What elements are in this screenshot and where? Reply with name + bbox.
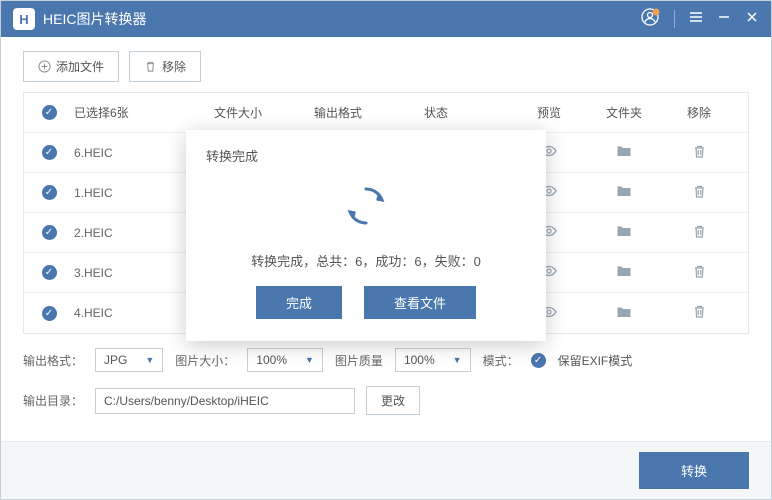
- trash-icon: [144, 60, 157, 73]
- folder-icon[interactable]: [584, 263, 664, 279]
- mode-value: 保留EXIF模式: [558, 352, 633, 369]
- header-remove: 移除: [664, 104, 734, 121]
- change-button[interactable]: 更改: [366, 386, 420, 415]
- refresh-icon: [206, 179, 526, 233]
- app-logo: H: [13, 8, 35, 30]
- output-path-input[interactable]: [95, 388, 355, 414]
- format-label: 输出格式：: [23, 352, 83, 369]
- output-label: 输出目录：: [23, 392, 83, 409]
- row-check[interactable]: [24, 265, 74, 280]
- add-file-label: 添加文件: [56, 58, 104, 75]
- row-check[interactable]: [24, 145, 74, 160]
- trash-icon[interactable]: [664, 224, 734, 239]
- toolbar: 添加文件 移除: [1, 37, 771, 92]
- size-select[interactable]: 100% ▼: [247, 348, 323, 372]
- header-selected: 已选择6张: [74, 104, 214, 121]
- folder-icon[interactable]: [584, 183, 664, 199]
- header-status: 状态: [424, 104, 514, 121]
- caret-icon: ▼: [453, 355, 462, 365]
- table-header: 已选择6张 文件大小 输出格式 状态 预览 文件夹 移除: [24, 93, 748, 133]
- caret-icon: ▼: [305, 355, 314, 365]
- remove-button[interactable]: 移除: [129, 51, 201, 82]
- divider: [674, 10, 675, 28]
- trash-icon[interactable]: [664, 304, 734, 319]
- folder-icon[interactable]: [584, 143, 664, 159]
- plus-icon: [38, 60, 51, 73]
- header-folder: 文件夹: [584, 104, 664, 121]
- header-preview: 预览: [514, 104, 584, 121]
- done-button[interactable]: 完成: [256, 286, 342, 319]
- settings-panel: 输出格式： JPG ▼ 图片大小： 100% ▼ 图片质量 100% ▼ 模式： 保留…: [1, 334, 771, 441]
- completion-modal: 转换完成 转换完成，总共：6，成功：6，失败：0 完成 查看文件: [186, 130, 546, 341]
- content-area: 已选择6张 文件大小 输出格式 状态 预览 文件夹 移除 6.HEIC1.HEI…: [1, 92, 771, 334]
- quality-value: 100%: [404, 353, 435, 367]
- format-value: JPG: [104, 353, 127, 367]
- settings-row-2: 输出目录： 更改: [23, 386, 749, 415]
- caret-icon: ▼: [145, 355, 154, 365]
- row-check[interactable]: [24, 185, 74, 200]
- quality-select[interactable]: 100% ▼: [395, 348, 471, 372]
- settings-row-1: 输出格式： JPG ▼ 图片大小： 100% ▼ 图片质量 100% ▼ 模式： 保留…: [23, 348, 749, 372]
- minimize-icon[interactable]: [717, 10, 731, 29]
- modal-message: 转换完成，总共：6，成功：6，失败：0: [206, 251, 526, 270]
- footer: 转换: [1, 441, 771, 499]
- convert-button[interactable]: 转换: [639, 452, 749, 489]
- trash-icon[interactable]: [664, 264, 734, 279]
- trash-icon[interactable]: [664, 184, 734, 199]
- modal-buttons: 完成 查看文件: [206, 286, 526, 319]
- size-value: 100%: [256, 353, 287, 367]
- view-files-button[interactable]: 查看文件: [364, 286, 476, 319]
- folder-icon[interactable]: [584, 223, 664, 239]
- header-size: 文件大小: [214, 104, 314, 121]
- app-window: H HEIC图片转换器 添加文件 移除 已选择6张 文件大小 输出格式 状态: [0, 0, 772, 500]
- folder-icon[interactable]: [584, 304, 664, 320]
- remove-label: 移除: [162, 58, 186, 75]
- row-check[interactable]: [24, 225, 74, 240]
- add-file-button[interactable]: 添加文件: [23, 51, 119, 82]
- header-format: 输出格式: [314, 104, 424, 121]
- mode-label: 模式：: [483, 352, 519, 369]
- quality-label: 图片质量: [335, 352, 383, 369]
- titlebar: H HEIC图片转换器: [1, 1, 771, 37]
- mode-checkbox[interactable]: [531, 353, 546, 368]
- modal-title: 转换完成: [206, 146, 526, 165]
- menu-icon[interactable]: [689, 10, 703, 29]
- size-label: 图片大小：: [175, 352, 235, 369]
- row-check[interactable]: [24, 306, 74, 321]
- app-title: HEIC图片转换器: [43, 9, 640, 29]
- close-icon[interactable]: [745, 10, 759, 29]
- window-controls: [640, 7, 759, 32]
- header-check[interactable]: [24, 105, 74, 120]
- format-select[interactable]: JPG ▼: [95, 348, 163, 372]
- user-icon[interactable]: [640, 7, 660, 32]
- trash-icon[interactable]: [664, 144, 734, 159]
